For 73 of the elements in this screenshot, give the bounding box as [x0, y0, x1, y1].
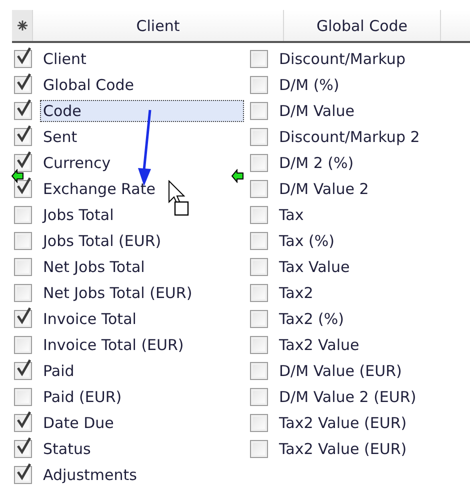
column-header[interactable]: Global Code [284, 10, 441, 41]
field-option[interactable]: Tax [276, 204, 307, 226]
checkbox[interactable] [14, 310, 32, 328]
checkbox[interactable] [250, 76, 268, 94]
checkbox[interactable] [14, 76, 32, 94]
field-option[interactable]: Status [40, 438, 94, 460]
field-option[interactable]: Tax2 (%) [276, 308, 348, 330]
arrow-icon [11, 169, 24, 183]
checkbox[interactable] [14, 258, 32, 276]
field-option[interactable]: D/M Value [276, 100, 358, 122]
field-option[interactable]: Client [40, 48, 90, 70]
field-option[interactable]: Net Jobs Total (EUR) [40, 282, 196, 304]
checkbox[interactable] [250, 258, 268, 276]
checkbox[interactable] [250, 154, 268, 172]
checkbox[interactable] [250, 388, 268, 406]
checkbox[interactable] [14, 180, 32, 198]
field-option[interactable]: Invoice Total (EUR) [40, 334, 187, 356]
checkbox[interactable] [14, 336, 32, 354]
checkbox[interactable] [14, 206, 32, 224]
field-option[interactable]: D/M Value 2 (EUR) [276, 386, 420, 408]
field-option[interactable]: Tax2 [276, 282, 316, 304]
field-option[interactable]: Tax2 Value (EUR) [276, 438, 410, 460]
arrow-icon [231, 169, 244, 183]
checkbox[interactable] [14, 50, 32, 68]
checkbox[interactable] [14, 440, 32, 458]
checkbox[interactable] [14, 102, 32, 120]
field-option[interactable]: Jobs Total (EUR) [40, 230, 164, 252]
field-option[interactable]: Global Code [40, 74, 138, 96]
checkbox[interactable] [250, 336, 268, 354]
checkbox[interactable] [14, 466, 32, 484]
field-option[interactable]: Invoice Total [40, 308, 140, 330]
checkbox[interactable] [250, 206, 268, 224]
checkbox[interactable] [250, 310, 268, 328]
field-option[interactable]: Adjustments [40, 464, 140, 486]
asterisk-icon [16, 20, 28, 31]
checkbox[interactable] [250, 128, 268, 146]
field-option[interactable]: Paid (EUR) [40, 386, 125, 408]
checkbox[interactable] [14, 414, 32, 432]
field-option[interactable]: D/M 2 (%) [276, 152, 357, 174]
field-option[interactable]: Jobs Total [40, 204, 117, 226]
field-option[interactable]: Date Due [40, 412, 117, 434]
field-option[interactable]: Net Jobs Total [40, 256, 148, 278]
checkbox[interactable] [14, 284, 32, 302]
checkbox[interactable] [250, 102, 268, 120]
checkbox[interactable] [250, 232, 268, 250]
checkbox[interactable] [250, 362, 268, 380]
field-option[interactable]: Tax Value [276, 256, 353, 278]
checkbox[interactable] [250, 414, 268, 432]
checkbox[interactable] [14, 362, 32, 380]
field-option[interactable]: Code [40, 100, 244, 122]
checkbox[interactable] [250, 180, 268, 198]
field-option[interactable]: D/M (%) [276, 74, 342, 96]
checkbox[interactable] [14, 388, 32, 406]
checkbox[interactable] [14, 154, 32, 172]
field-option[interactable]: Paid [40, 360, 78, 382]
field-option[interactable]: Tax2 Value (EUR) [276, 412, 410, 434]
field-option[interactable]: D/M Value (EUR) [276, 360, 405, 382]
field-option[interactable]: Exchange Rate [40, 178, 158, 200]
field-option[interactable]: Discount/Markup [276, 48, 408, 70]
field-option[interactable]: Sent [40, 126, 80, 148]
column-header[interactable]: Client [33, 10, 284, 41]
field-option[interactable]: Currency [40, 152, 114, 174]
field-option[interactable]: Tax (%) [276, 230, 338, 252]
header-cell[interactable] [12, 10, 33, 41]
field-option[interactable]: D/M Value 2 [276, 178, 372, 200]
checkbox[interactable] [14, 232, 32, 250]
checkbox[interactable] [250, 284, 268, 302]
checkbox[interactable] [14, 128, 32, 146]
cursor-icon [168, 180, 190, 216]
checkbox[interactable] [250, 50, 268, 68]
checkbox[interactable] [250, 440, 268, 458]
field-option[interactable]: Discount/Markup 2 [276, 126, 423, 148]
field-option[interactable]: Tax2 Value [276, 334, 362, 356]
